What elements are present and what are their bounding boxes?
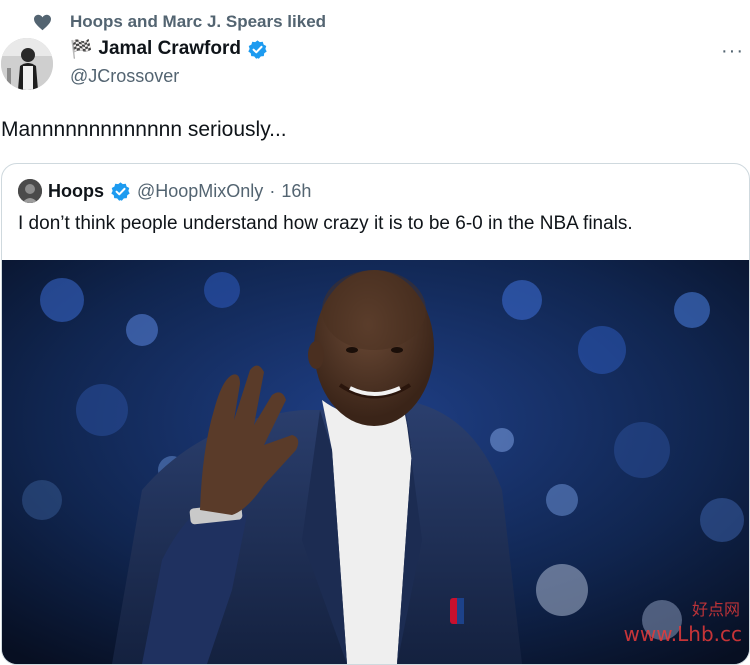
author-name[interactable]: Jamal Crawford [98,38,241,60]
quoted-avatar[interactable] [18,179,42,203]
author-handle[interactable]: @JCrossover [70,66,179,87]
more-options-icon[interactable]: ··· [721,40,744,63]
heart-icon [34,14,51,30]
quoted-timestamp[interactable]: 16h [281,181,311,202]
tweet-text: Mannnnnnnnnnnnn seriously... [1,118,287,141]
quoted-tweet-header: Hoops @HoopMixOnly · 16h [18,179,311,203]
social-context-text: Hoops and Marc J. Spears liked [70,12,327,31]
verified-badge-icon [111,181,130,201]
photo-image [2,260,749,664]
avatar-image [1,38,53,90]
verified-badge-icon [248,39,267,59]
quoted-author-handle[interactable]: @HoopMixOnly [137,181,263,202]
watermark-url: www.Lhb.cc [623,622,742,646]
quoted-author-name[interactable]: Hoops [48,181,104,202]
author-name-row[interactable]: 🏁 Jamal Crawford [70,38,268,60]
social-context[interactable]: Hoops and Marc J. Spears liked [33,10,326,34]
quoted-tweet-text: I don’t think people understand how craz… [18,213,633,234]
checkered-flag-icon: 🏁 [70,39,93,59]
separator-dot: · [269,180,276,201]
avatar[interactable] [1,38,53,90]
watermark-chinese: 好点网 [691,600,740,619]
quoted-tweet-photo[interactable] [2,260,749,664]
quoted-tweet-card[interactable]: Hoops @HoopMixOnly · 16h I don’t think p… [1,163,750,665]
